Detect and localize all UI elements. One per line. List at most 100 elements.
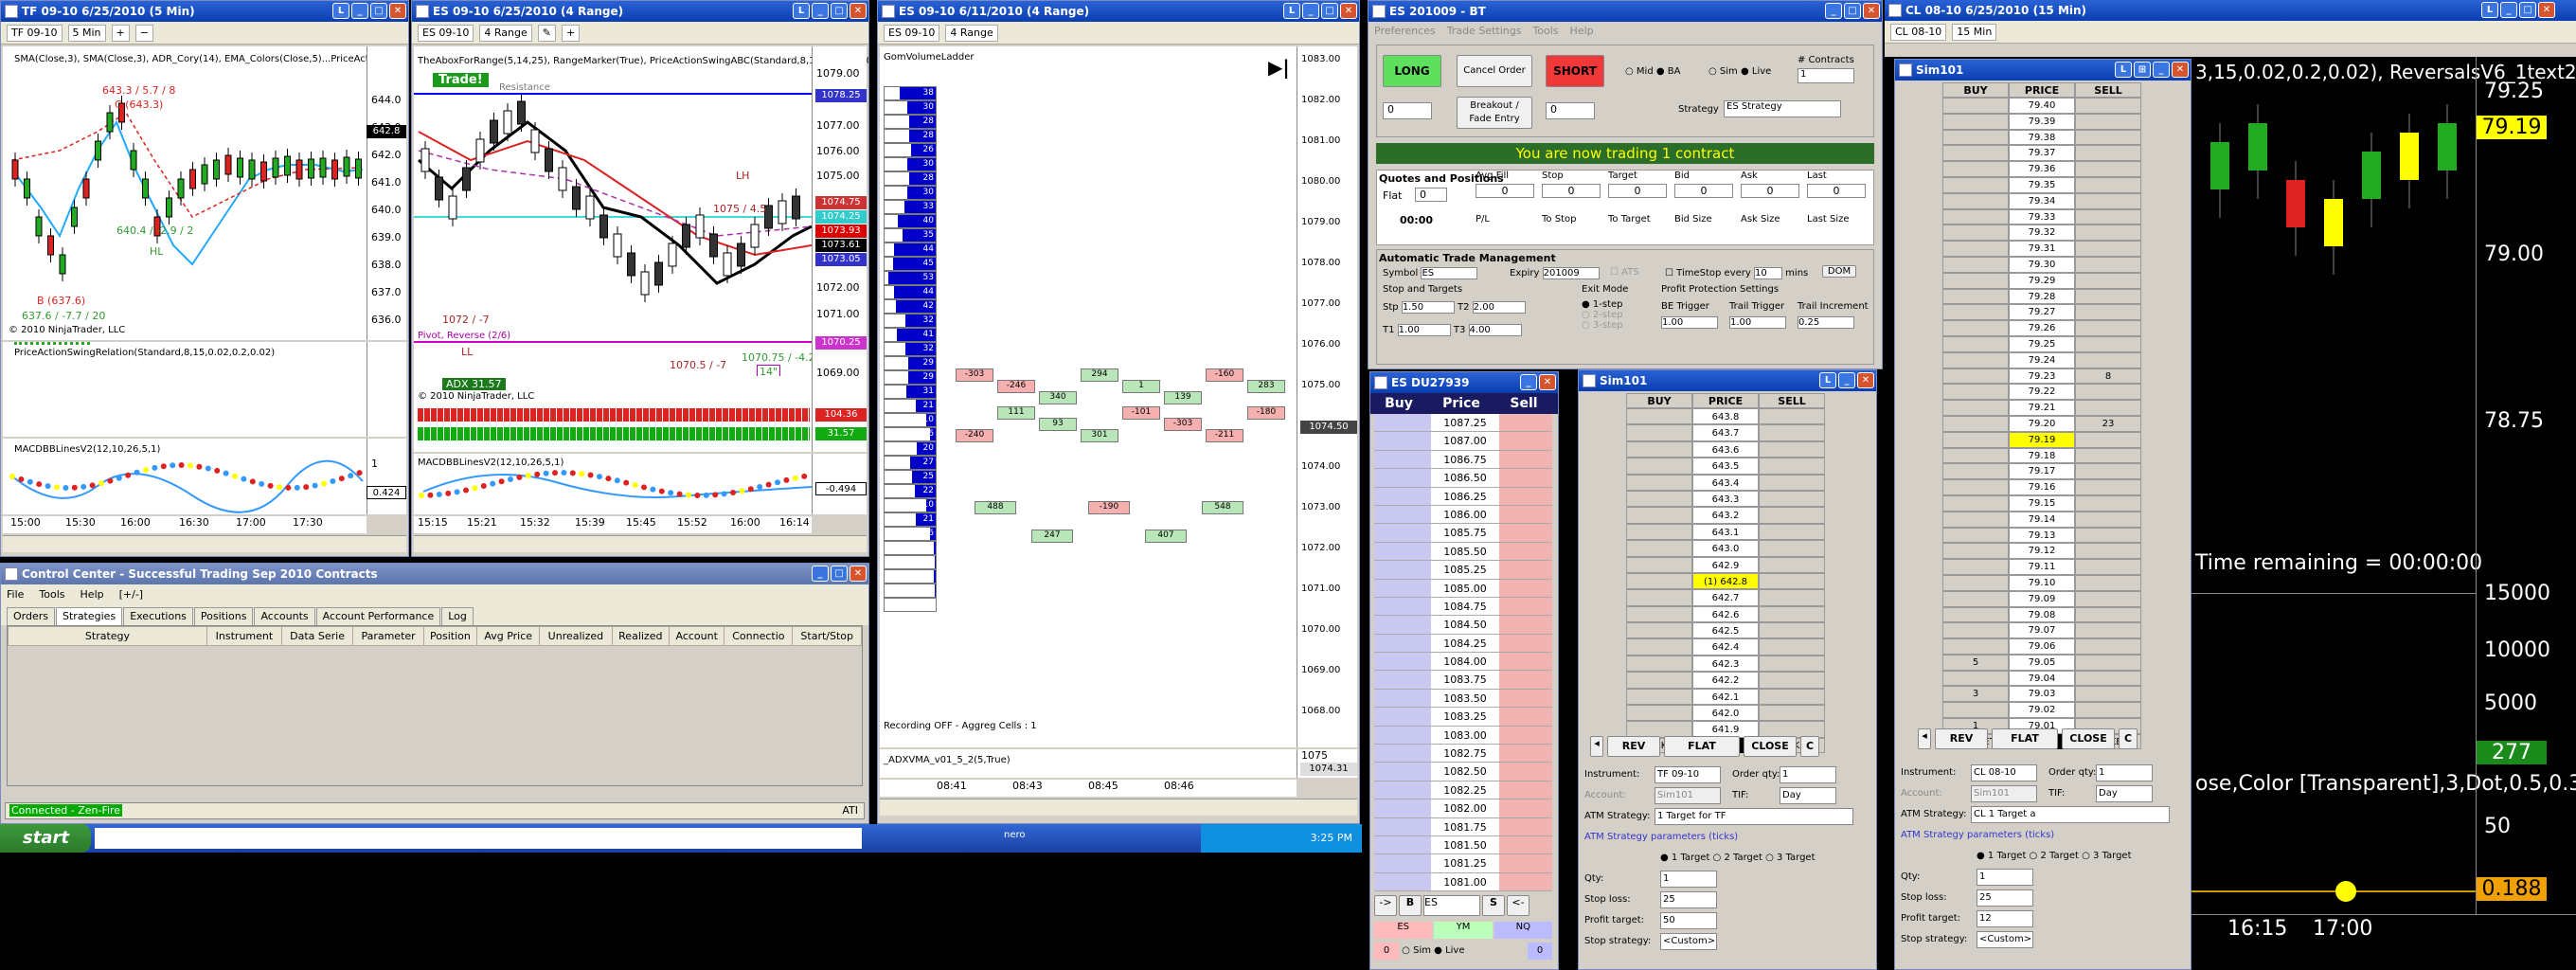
c-button[interactable]: C <box>1800 736 1819 757</box>
close-button[interactable]: ✕ <box>389 3 406 19</box>
sell-cell[interactable] <box>2075 400 2141 416</box>
ladder-row[interactable]: 79.18 <box>1942 447 2141 464</box>
sell-cell[interactable] <box>2075 686 2141 703</box>
ask-cell[interactable] <box>1499 708 1552 727</box>
sell-cell[interactable] <box>1759 474 1825 491</box>
ladder-row[interactable]: 79.22 <box>1942 384 2141 401</box>
ladder-row[interactable]: 642.9 <box>1626 556 1825 573</box>
buy-cell[interactable] <box>1942 543 2009 560</box>
buy-cell[interactable] <box>1626 655 1692 673</box>
atm-param-input[interactable]: 50 <box>1660 912 1717 929</box>
dom-row[interactable]: 1083.75 <box>1374 671 1558 690</box>
minimize-button[interactable]: _ <box>1302 3 1319 19</box>
column-header[interactable]: Avg Price <box>476 626 541 646</box>
tif-select[interactable]: Day <box>2096 785 2153 802</box>
buy-cell[interactable] <box>1942 431 2009 448</box>
close-position-button[interactable]: CLOSE <box>1744 736 1797 757</box>
sell-cell[interactable] <box>2075 670 2141 687</box>
buy-cell[interactable] <box>1942 415 2009 432</box>
crosshair-icon[interactable]: + <box>561 25 581 42</box>
buy-cell[interactable] <box>1942 670 2009 687</box>
target2-select[interactable]: 2.00 <box>1472 301 1526 314</box>
es-range-chart-window[interactable]: ES 09-10 6/25/2010 (4 Range) L _ □ ✕ ES 09-… <box>411 0 869 557</box>
symbol-select[interactable]: ES <box>1421 267 1478 279</box>
dom-row[interactable]: 1085.25 <box>1374 561 1558 580</box>
control-center-window[interactable]: Control Center - Successful Trading Sep … <box>0 563 869 824</box>
ladder-row[interactable]: 79.30 <box>1942 256 2141 273</box>
buy-cell[interactable] <box>1942 463 2009 480</box>
ladder-row[interactable]: 642.3 <box>1626 655 1825 673</box>
buy-cell[interactable] <box>1942 241 2009 257</box>
zoom-in-icon[interactable]: + <box>111 25 130 42</box>
close-button[interactable]: ✕ <box>1340 3 1357 19</box>
column-header[interactable]: Data Serie <box>280 626 354 646</box>
buy-cell[interactable] <box>1626 705 1692 722</box>
dom-row[interactable]: 1082.00 <box>1374 799 1558 818</box>
dom-row[interactable]: 1083.50 <box>1374 689 1558 709</box>
buy-cell[interactable] <box>1942 351 2009 368</box>
sell-cell[interactable] <box>2075 384 2141 401</box>
sell-cell[interactable] <box>1759 556 1825 573</box>
account-select[interactable]: Sim101 <box>1971 785 2037 802</box>
buy-cell[interactable] <box>1626 638 1692 656</box>
bid-cell[interactable] <box>1374 854 1431 873</box>
ladder-row[interactable]: 643.7 <box>1626 424 1825 441</box>
minimize-button[interactable]: _ <box>351 3 368 19</box>
sell-cell[interactable] <box>2075 272 2141 289</box>
dom-row[interactable]: 1083.00 <box>1374 726 1558 745</box>
dom-row[interactable]: 1086.50 <box>1374 469 1558 488</box>
ladder-row[interactable]: 79.36 <box>1942 161 2141 177</box>
sell-cell[interactable] <box>1759 655 1825 673</box>
ladder-row[interactable]: 79.28 <box>1942 288 2141 305</box>
start-button[interactable]: start <box>0 824 91 853</box>
sell-cell[interactable] <box>2075 638 2141 655</box>
buy-cell[interactable] <box>1942 702 2009 719</box>
buy-cell[interactable] <box>1942 559 2009 575</box>
buy-cell[interactable] <box>1942 113 2009 130</box>
sell-cell[interactable] <box>2075 494 2141 512</box>
ladder-row[interactable]: 79.09 <box>1942 590 2141 607</box>
arrow-right-button[interactable]: <- <box>1507 895 1530 916</box>
sell-cell[interactable] <box>2075 98 2141 114</box>
short-button[interactable]: SHORT <box>1546 55 1604 87</box>
sell-cell[interactable] <box>1759 458 1825 475</box>
ladder-row[interactable]: 79.27 <box>1942 304 2141 321</box>
buy-cell[interactable] <box>1942 447 2009 464</box>
ladder-row[interactable]: 79.25 <box>1942 335 2141 352</box>
instrument-select[interactable]: CL 08-10 <box>1890 24 1947 41</box>
horizontal-scrollbar[interactable] <box>414 535 867 552</box>
ladder-row[interactable]: 643.6 <box>1626 440 1825 458</box>
sell-cell[interactable] <box>2075 129 2141 146</box>
bid-cell[interactable] <box>1374 726 1431 745</box>
cl-chart-window[interactable]: CL 08-10 6/25/2010 (15 Min) L _ □ ✕ CL 08-1… <box>1885 0 2576 57</box>
buy-cell[interactable] <box>1942 479 2009 495</box>
sell-cell[interactable] <box>1759 705 1825 722</box>
dom-row[interactable]: 1082.25 <box>1374 781 1558 800</box>
ask-cell[interactable] <box>1499 414 1552 433</box>
ask-cell[interactable] <box>1499 872 1552 892</box>
trail-increment-select[interactable]: 0.25 <box>1798 316 1854 329</box>
tab-es[interactable]: ES <box>1374 922 1433 939</box>
interval-select[interactable]: 5 Min <box>67 25 106 42</box>
dom-row[interactable]: 1085.50 <box>1374 542 1558 562</box>
bid-cell[interactable] <box>1374 653 1431 672</box>
sell-cell[interactable] <box>2075 208 2141 225</box>
ladder-row[interactable]: 79.06 <box>1942 638 2141 655</box>
buy-cell[interactable] <box>1942 606 2009 623</box>
buy-cell[interactable] <box>1942 368 2009 385</box>
sell-cell[interactable] <box>1759 688 1825 706</box>
stop-select[interactable]: 1.50 <box>1401 301 1455 314</box>
close-button[interactable]: ✕ <box>2538 2 2555 18</box>
buy-cell[interactable] <box>1942 256 2009 273</box>
column-header[interactable]: Instrument <box>206 626 282 646</box>
ladder-row[interactable]: 642.5 <box>1626 622 1825 639</box>
ladder-row[interactable]: 643.8 <box>1626 408 1825 425</box>
tf-price-panel[interactable]: SMA(Close,3), SMA(Close,3), ADR_Cory(14)… <box>3 46 406 340</box>
tab-executions[interactable]: Executions <box>123 607 193 625</box>
close-button[interactable]: ✕ <box>850 3 867 19</box>
buy-cell[interactable] <box>1942 161 2009 177</box>
ladder-row[interactable]: 643.5 <box>1626 458 1825 475</box>
bid-cell[interactable] <box>1374 781 1431 800</box>
dom-row[interactable]: 1086.75 <box>1374 450 1558 470</box>
buy-cell[interactable] <box>1626 507 1692 524</box>
